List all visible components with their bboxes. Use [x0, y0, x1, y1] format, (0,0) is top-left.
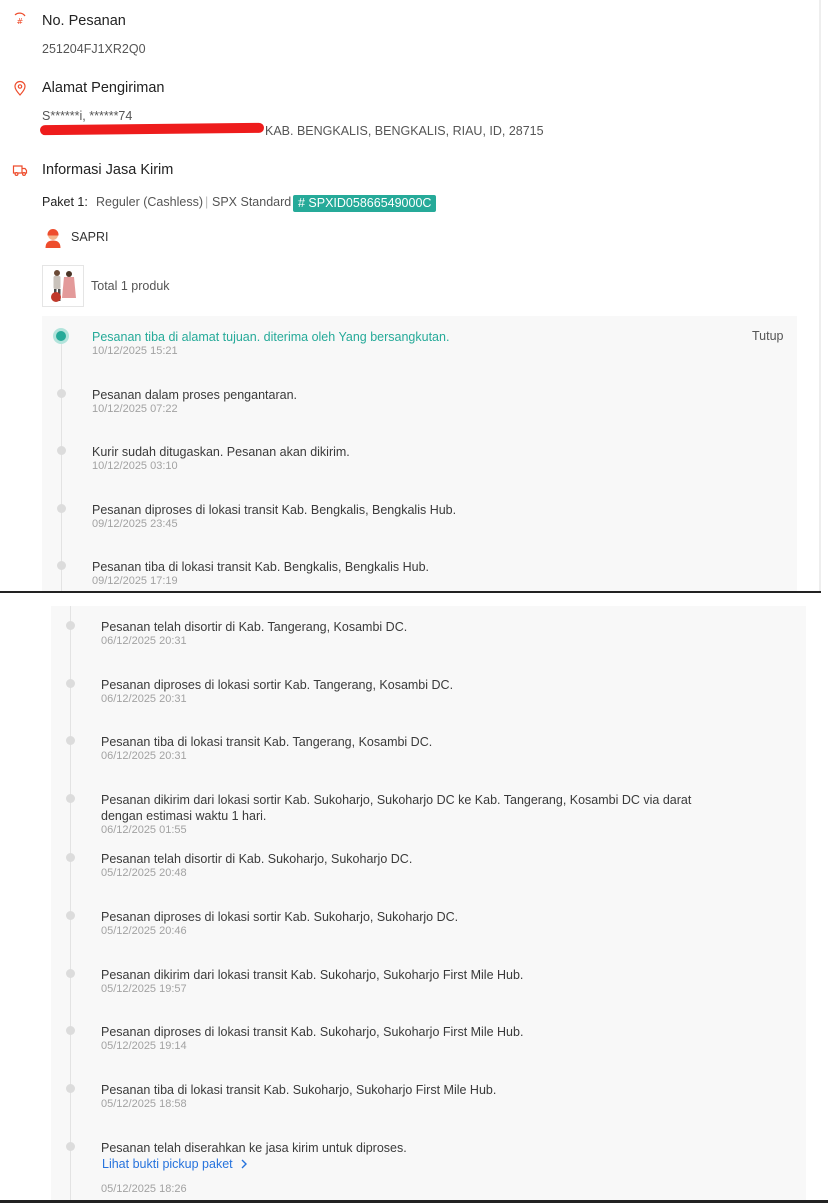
timeline-line: [70, 606, 71, 1200]
timeline-event-time: 06/12/2025 01:55: [101, 824, 187, 836]
timeline-event-time: 06/12/2025 20:31: [101, 693, 187, 705]
timeline-event-text: Pesanan telah disortir di Kab. Sukoharjo…: [101, 852, 413, 866]
timeline-dot: [66, 969, 75, 978]
timeline-event-text: Pesanan diproses di lokasi sortir Kab. S…: [101, 910, 459, 924]
timeline-dot: [57, 561, 66, 570]
product-thumbnail[interactable]: [42, 265, 84, 307]
timeline-dot-active: [56, 331, 66, 341]
total-products: Total 1 produk: [91, 279, 170, 293]
timeline-event-text: Pesanan dalam proses pengantaran.: [92, 388, 298, 402]
timeline-event-time: 06/12/2025 20:31: [101, 635, 187, 647]
chevron-right-icon: [241, 1159, 248, 1169]
timeline-event-time: 09/12/2025 17:19: [92, 575, 178, 587]
timeline-event-time: 05/12/2025 19:57: [101, 983, 187, 995]
timeline-dot: [57, 504, 66, 513]
timeline-event-text: Pesanan diproses di lokasi transit Kab. …: [92, 503, 457, 517]
timeline-event-text-line2: dengan estimasi waktu 1 hari.: [101, 809, 267, 823]
timeline-event-text: Pesanan tiba di lokasi transit Kab. Beng…: [92, 560, 429, 574]
pickup-proof-link[interactable]: Lihat bukti pickup paket: [102, 1157, 248, 1171]
timeline-event-text: Pesanan tiba di lokasi transit Kab. Tang…: [101, 735, 433, 749]
shipping-service: Reguler (Cashless): [96, 195, 203, 209]
location-pin-icon: [14, 80, 26, 96]
timeline-dot: [66, 911, 75, 920]
address-line: KAB. BENGKALIS, BENGKALIS, RIAU, ID, 287…: [265, 124, 544, 138]
order-number-title: No. Pesanan: [42, 13, 126, 29]
timeline-dot: [66, 1026, 75, 1035]
shipping-title: Informasi Jasa Kirim: [42, 162, 174, 178]
timeline-event-text: Pesanan telah disortir di Kab. Tangerang…: [101, 620, 408, 634]
driver-name: SAPRI: [71, 230, 109, 244]
timeline-event-text: Pesanan tiba di alamat tujuan. diterima …: [92, 330, 450, 344]
timeline-dot: [66, 794, 75, 803]
svg-text:#: #: [17, 17, 24, 26]
timeline-event-time: 05/12/2025 18:58: [101, 1098, 187, 1110]
collapse-button[interactable]: Tutup: [752, 329, 784, 343]
separator: |: [205, 195, 209, 209]
recipient-name: S******i, ******74: [42, 109, 133, 123]
screenshot-divider: [0, 591, 821, 593]
timeline-event-time: 05/12/2025 18:26: [101, 1183, 187, 1195]
timeline-event-time: 09/12/2025 23:45: [92, 518, 178, 530]
timeline-dot: [66, 1142, 75, 1151]
order-number-icon: #: [14, 12, 26, 26]
page-edge: [819, 0, 821, 592]
timeline-dot: [66, 621, 75, 630]
courier-avatar-icon: [45, 229, 61, 248]
timeline-dot: [66, 1084, 75, 1093]
tracking-number-badge[interactable]: # SPXID05866549000C: [293, 195, 437, 212]
courier-name: SPX Standard: [212, 195, 292, 209]
timeline-line: [61, 340, 62, 592]
truck-icon: [12, 165, 28, 177]
timeline-event-text: Pesanan diproses di lokasi transit Kab. …: [101, 1025, 524, 1039]
timeline-event-text: Kurir sudah ditugaskan. Pesanan akan dik…: [92, 445, 350, 459]
timeline-event-time: 10/12/2025 07:22: [92, 403, 178, 415]
timeline-event-time: 05/12/2025 20:46: [101, 925, 187, 937]
timeline-dot: [66, 853, 75, 862]
timeline-event-time: 05/12/2025 20:48: [101, 867, 187, 879]
package-label: Paket 1:: [42, 195, 88, 209]
timeline-event-time: 10/12/2025 03:10: [92, 460, 178, 472]
timeline-event-text: Pesanan tiba di lokasi transit Kab. Suko…: [101, 1083, 497, 1097]
order-number-value: 251204FJ1XR2Q0: [42, 42, 146, 56]
redaction-mark: [39, 122, 265, 136]
product-image-icon: [51, 270, 76, 302]
timeline-event-text: Pesanan telah diserahkan ke jasa kirim u…: [101, 1141, 407, 1155]
timeline-event-time: 06/12/2025 20:31: [101, 750, 187, 762]
pickup-proof-link-label: Lihat bukti pickup paket: [102, 1157, 233, 1171]
timeline-event-text: Pesanan dikirim dari lokasi sortir Kab. …: [101, 793, 692, 807]
timeline-event-text: Pesanan dikirim dari lokasi transit Kab.…: [101, 968, 524, 982]
timeline-event-time: 10/12/2025 15:21: [92, 345, 178, 357]
timeline-dot: [57, 446, 66, 455]
timeline-dot: [57, 389, 66, 398]
timeline-event-text: Pesanan diproses di lokasi sortir Kab. T…: [101, 678, 454, 692]
timeline-dot: [66, 736, 75, 745]
timeline-dot: [66, 679, 75, 688]
address-title: Alamat Pengiriman: [42, 80, 165, 96]
timeline-event-time: 05/12/2025 19:14: [101, 1040, 187, 1052]
